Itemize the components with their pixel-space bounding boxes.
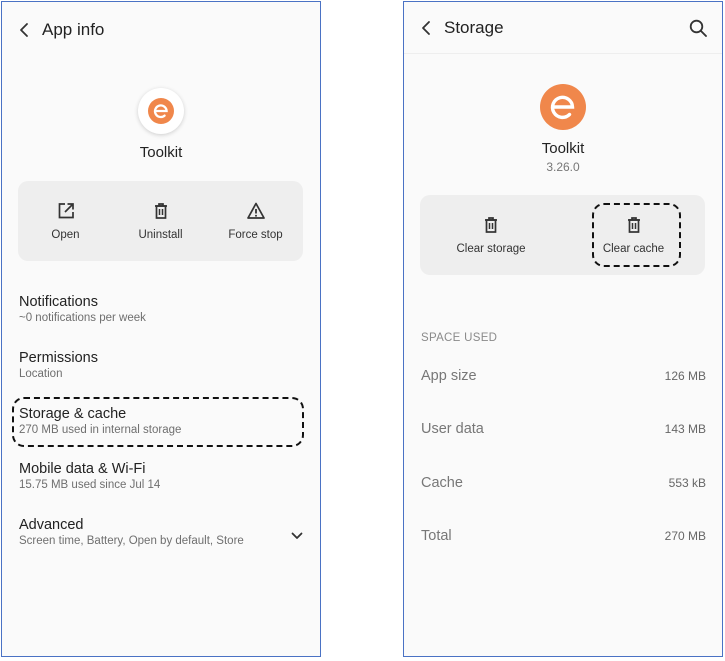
toolkit-logo-icon: [550, 95, 575, 120]
app-icon: [138, 88, 184, 134]
notifications-item[interactable]: Notifications ~0 notifications per week: [19, 294, 310, 324]
user-data-label: User data: [421, 421, 484, 437]
app-name: Toolkit: [139, 144, 183, 161]
app-info-toolbar: App info: [2, 2, 320, 58]
app-name: Toolkit: [541, 140, 585, 157]
app-actions-card: Open Uninstall Force stop: [18, 181, 303, 261]
advanced-subtitle: Screen time, Battery, Open by default, S…: [19, 535, 244, 547]
page-title: App info: [42, 20, 105, 39]
mobile-data-title: Mobile data & Wi-Fi: [19, 461, 146, 477]
open-label: Open: [51, 229, 80, 241]
storage-cache-highlight: [12, 397, 304, 447]
open-external-icon: [58, 203, 74, 219]
permissions-title: Permissions: [19, 350, 98, 366]
app-info-screen: App info Toolkit Open Uninstall Force st…: [1, 1, 321, 657]
app-size-value: 126 MB: [664, 369, 706, 383]
app-icon: [540, 84, 586, 130]
storage-screen: Storage Toolkit 3.26.0 Clear storage Cle…: [403, 1, 723, 657]
user-data-value: 143 MB: [664, 422, 706, 436]
cache-label: Cache: [421, 475, 463, 491]
app-version: 3.26.0: [546, 160, 580, 174]
warning-icon: [246, 202, 265, 219]
app-size-label: App size: [421, 368, 477, 384]
clear-cache-highlight: [592, 203, 681, 267]
force-stop-button[interactable]: Force stop: [208, 181, 303, 261]
app-size-row: App size 126 MB: [421, 366, 706, 386]
trash-icon: [154, 203, 167, 219]
total-label: Total: [421, 528, 452, 544]
chevron-down-icon[interactable]: [290, 529, 304, 543]
cache-value: 553 kB: [668, 476, 706, 490]
advanced-title: Advanced: [19, 517, 84, 533]
total-value: 270 MB: [664, 529, 706, 543]
open-button[interactable]: Open: [18, 181, 113, 261]
mobile-data-subtitle: 15.75 MB used since Jul 14: [19, 479, 161, 491]
mobile-data-item[interactable]: Mobile data & Wi-Fi 15.75 MB used since …: [19, 461, 310, 491]
trash-icon: [485, 217, 497, 233]
toolkit-logo-icon: [148, 98, 174, 124]
advanced-item[interactable]: Advanced Screen time, Battery, Open by d…: [19, 517, 280, 547]
space-used-header: SPACE USED: [421, 332, 498, 344]
clear-storage-label: Clear storage: [456, 243, 526, 255]
uninstall-label: Uninstall: [138, 229, 183, 241]
search-icon[interactable]: [688, 18, 708, 38]
storage-toolbar: Storage: [404, 2, 722, 58]
toolbar-divider: [404, 53, 722, 54]
notifications-subtitle: ~0 notifications per week: [19, 312, 146, 324]
page-title: Storage: [444, 18, 504, 37]
back-arrow-icon[interactable]: [16, 21, 34, 39]
cache-row: Cache 553 kB: [421, 473, 706, 493]
back-arrow-icon[interactable]: [418, 19, 436, 37]
notifications-title: Notifications: [19, 294, 98, 310]
total-row: Total 270 MB: [421, 526, 706, 546]
user-data-row: User data 143 MB: [421, 419, 706, 439]
clear-storage-button[interactable]: Clear storage: [420, 195, 562, 275]
force-stop-label: Force stop: [228, 229, 283, 241]
permissions-subtitle: Location: [19, 368, 63, 380]
permissions-item[interactable]: Permissions Location: [19, 350, 310, 380]
uninstall-button[interactable]: Uninstall: [113, 181, 208, 261]
